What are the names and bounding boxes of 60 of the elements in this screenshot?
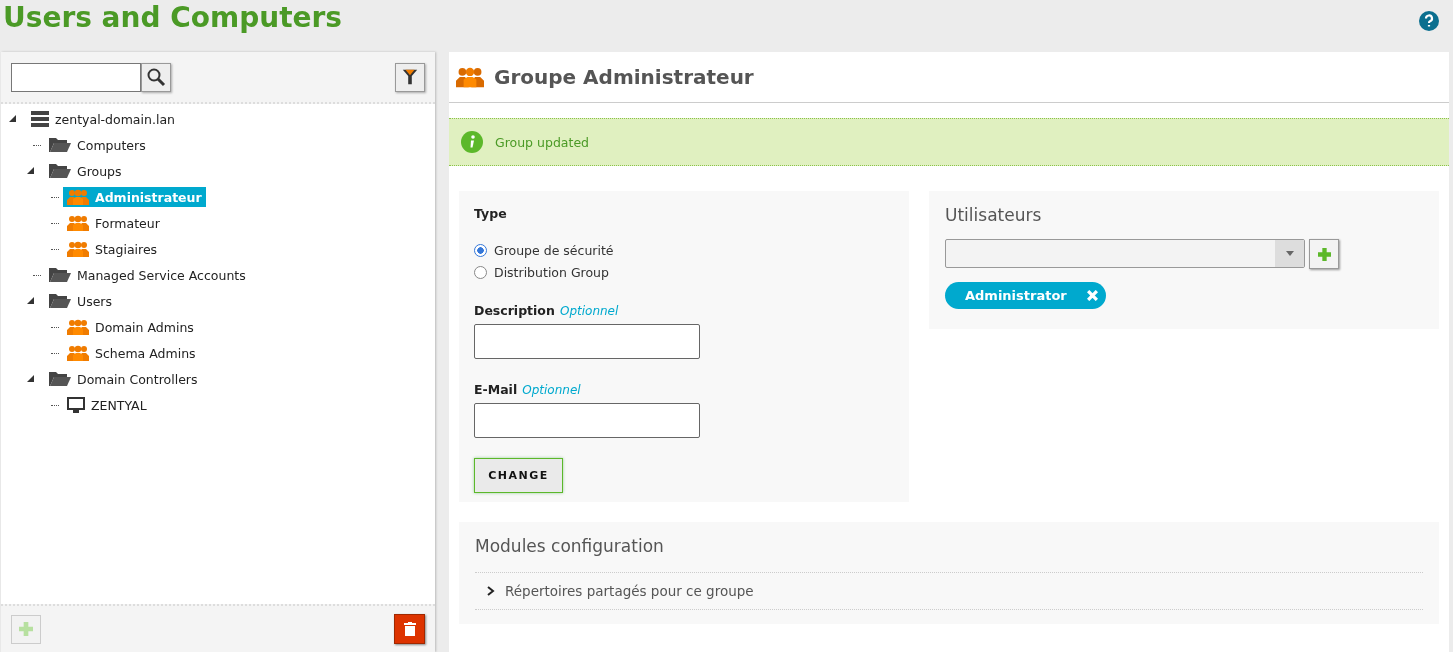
- field-label: E-Mail: [474, 382, 518, 397]
- add-user-button[interactable]: [1309, 239, 1339, 269]
- optional-hint: Optionnel: [522, 383, 581, 397]
- expand-triangle-icon[interactable]: [27, 375, 35, 383]
- plus-icon: [19, 622, 33, 636]
- section-title: Modules configuration: [475, 536, 665, 556]
- folder-icon: [49, 163, 71, 179]
- radio-option[interactable]: Distribution Group: [474, 265, 894, 280]
- expand-triangle-icon[interactable]: [27, 167, 35, 175]
- tree-item[interactable]: ZENTYAL: [63, 395, 151, 415]
- filter-button[interactable]: [395, 62, 425, 92]
- tree-item[interactable]: Users: [45, 291, 116, 311]
- module-item[interactable]: Répertoires partagés pour ce groupe: [475, 573, 1423, 609]
- text-field[interactable]: [474, 403, 700, 438]
- page-title: Users and Computers: [3, 0, 343, 36]
- folder-icon: [49, 371, 71, 387]
- tree-item[interactable]: Computers: [45, 135, 150, 155]
- section-title: Utilisateurs: [945, 205, 1043, 225]
- search-button[interactable]: [141, 62, 171, 92]
- expand-triangle-icon[interactable]: [27, 297, 35, 305]
- tree-item[interactable]: Managed Service Accounts: [45, 265, 250, 285]
- tree-item[interactable]: zentyal-domain.lan: [27, 109, 179, 129]
- people-icon: [67, 345, 89, 361]
- search-icon: [146, 67, 166, 87]
- search-field[interactable]: [11, 62, 141, 92]
- success-message: Group updated: [449, 118, 1449, 166]
- people-icon: [67, 215, 89, 231]
- caret-icon: [1285, 251, 1294, 256]
- filter-icon: [401, 68, 419, 86]
- delete-button[interactable]: [394, 614, 425, 644]
- tree-item[interactable]: Stagiaires: [63, 239, 162, 259]
- text-field[interactable]: [474, 324, 700, 359]
- tree-item[interactable]: Domain Admins: [63, 317, 198, 337]
- trash-icon: [403, 622, 416, 636]
- people-icon: [67, 241, 89, 257]
- folder-icon: [49, 293, 71, 309]
- remove-icon[interactable]: [1086, 290, 1098, 301]
- expand-triangle-icon[interactable]: [9, 115, 17, 123]
- tree-item[interactable]: Groups: [45, 161, 126, 181]
- people-icon: [67, 189, 89, 205]
- folder-icon: [49, 267, 71, 283]
- people-icon: [67, 319, 89, 335]
- change-button[interactable]: CHANGE: [474, 458, 563, 493]
- member-name: Administrator: [965, 288, 1067, 303]
- people-icon: [456, 66, 484, 88]
- panel-title: Groupe Administrateur: [494, 65, 754, 89]
- monitor-icon: [67, 397, 85, 413]
- folder-icon: [49, 137, 71, 153]
- user-dropdown[interactable]: [945, 239, 1305, 268]
- field-label: Type: [474, 206, 508, 221]
- plus-icon: [1317, 247, 1331, 261]
- info-icon: [461, 131, 483, 153]
- tree-item[interactable]: Schema Admins: [63, 343, 200, 363]
- tree-item[interactable]: Formateur: [63, 213, 164, 233]
- server-icon: [31, 111, 49, 127]
- tree-item[interactable]: Domain Controllers: [45, 369, 202, 389]
- radio-option[interactable]: Groupe de sécurité: [474, 243, 894, 258]
- optional-hint: Optionnel: [559, 304, 619, 318]
- help-icon[interactable]: [1419, 11, 1439, 31]
- field-label: Description: [474, 303, 555, 318]
